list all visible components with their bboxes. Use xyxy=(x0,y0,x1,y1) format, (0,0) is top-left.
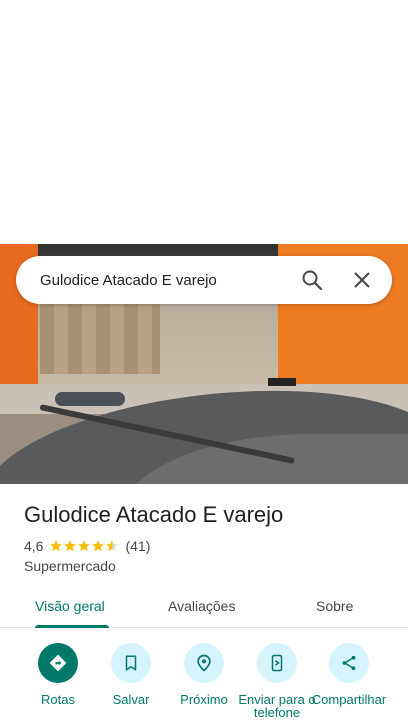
nearby-button[interactable]: Próximo xyxy=(164,643,244,706)
star-icon xyxy=(78,540,91,552)
star-rating xyxy=(49,539,119,553)
close-icon[interactable] xyxy=(350,268,374,292)
directions-icon xyxy=(49,654,67,672)
nearby-button-circle[interactable] xyxy=(184,643,224,683)
bookmark-icon xyxy=(125,655,137,671)
search-input[interactable]: Gulodice Atacado E varejo xyxy=(40,272,392,289)
place-category: Supermercado xyxy=(24,558,116,574)
directions-button[interactable]: Rotas xyxy=(18,643,98,706)
tab-about[interactable]: Sobre xyxy=(316,598,353,614)
share-button-circle[interactable] xyxy=(329,643,369,683)
search-bar[interactable]: Gulodice Atacado E varejo xyxy=(16,256,392,304)
tab-reviews[interactable]: Avaliações xyxy=(168,598,235,614)
share-icon xyxy=(342,655,356,671)
send-to-phone-button-circle[interactable] xyxy=(257,643,297,683)
send-to-phone-button[interactable]: Enviar para o telefone xyxy=(237,643,317,719)
search-icon[interactable] xyxy=(300,268,324,292)
save-button[interactable]: Salvar xyxy=(91,643,171,706)
send-to-phone-label: Enviar para o telefone xyxy=(238,692,316,720)
active-tab-indicator xyxy=(35,625,109,628)
star-icon xyxy=(50,540,63,552)
directions-button-circle[interactable] xyxy=(38,643,78,683)
action-bar: Rotas Salvar Próximo Enviar para o telef… xyxy=(0,640,408,728)
half-star-icon xyxy=(106,540,119,552)
share-button[interactable]: Compartilhar xyxy=(309,643,389,706)
save-button-circle[interactable] xyxy=(111,643,151,683)
photo-wiper-base xyxy=(55,392,125,406)
share-label: Compartilhar xyxy=(311,692,387,707)
directions-label: Rotas xyxy=(41,692,75,707)
photo-sign xyxy=(268,378,296,386)
place-title: Gulodice Atacado E varejo xyxy=(24,502,284,527)
nearby-icon xyxy=(197,654,211,672)
nearby-label: Próximo xyxy=(180,692,228,707)
photo-cabinet xyxy=(40,304,160,374)
save-label: Salvar xyxy=(112,692,150,707)
tab-overview[interactable]: Visão geral xyxy=(35,598,105,614)
star-icon xyxy=(64,540,77,552)
star-icon xyxy=(92,540,105,552)
send-to-phone-icon xyxy=(271,654,283,672)
tab-bar: Visão geral Avaliações Sobre xyxy=(0,590,408,628)
review-count: (41) xyxy=(125,538,151,554)
rating-value: 4,6 xyxy=(24,538,44,554)
rating-row[interactable]: 4,6 (41) xyxy=(24,538,150,554)
